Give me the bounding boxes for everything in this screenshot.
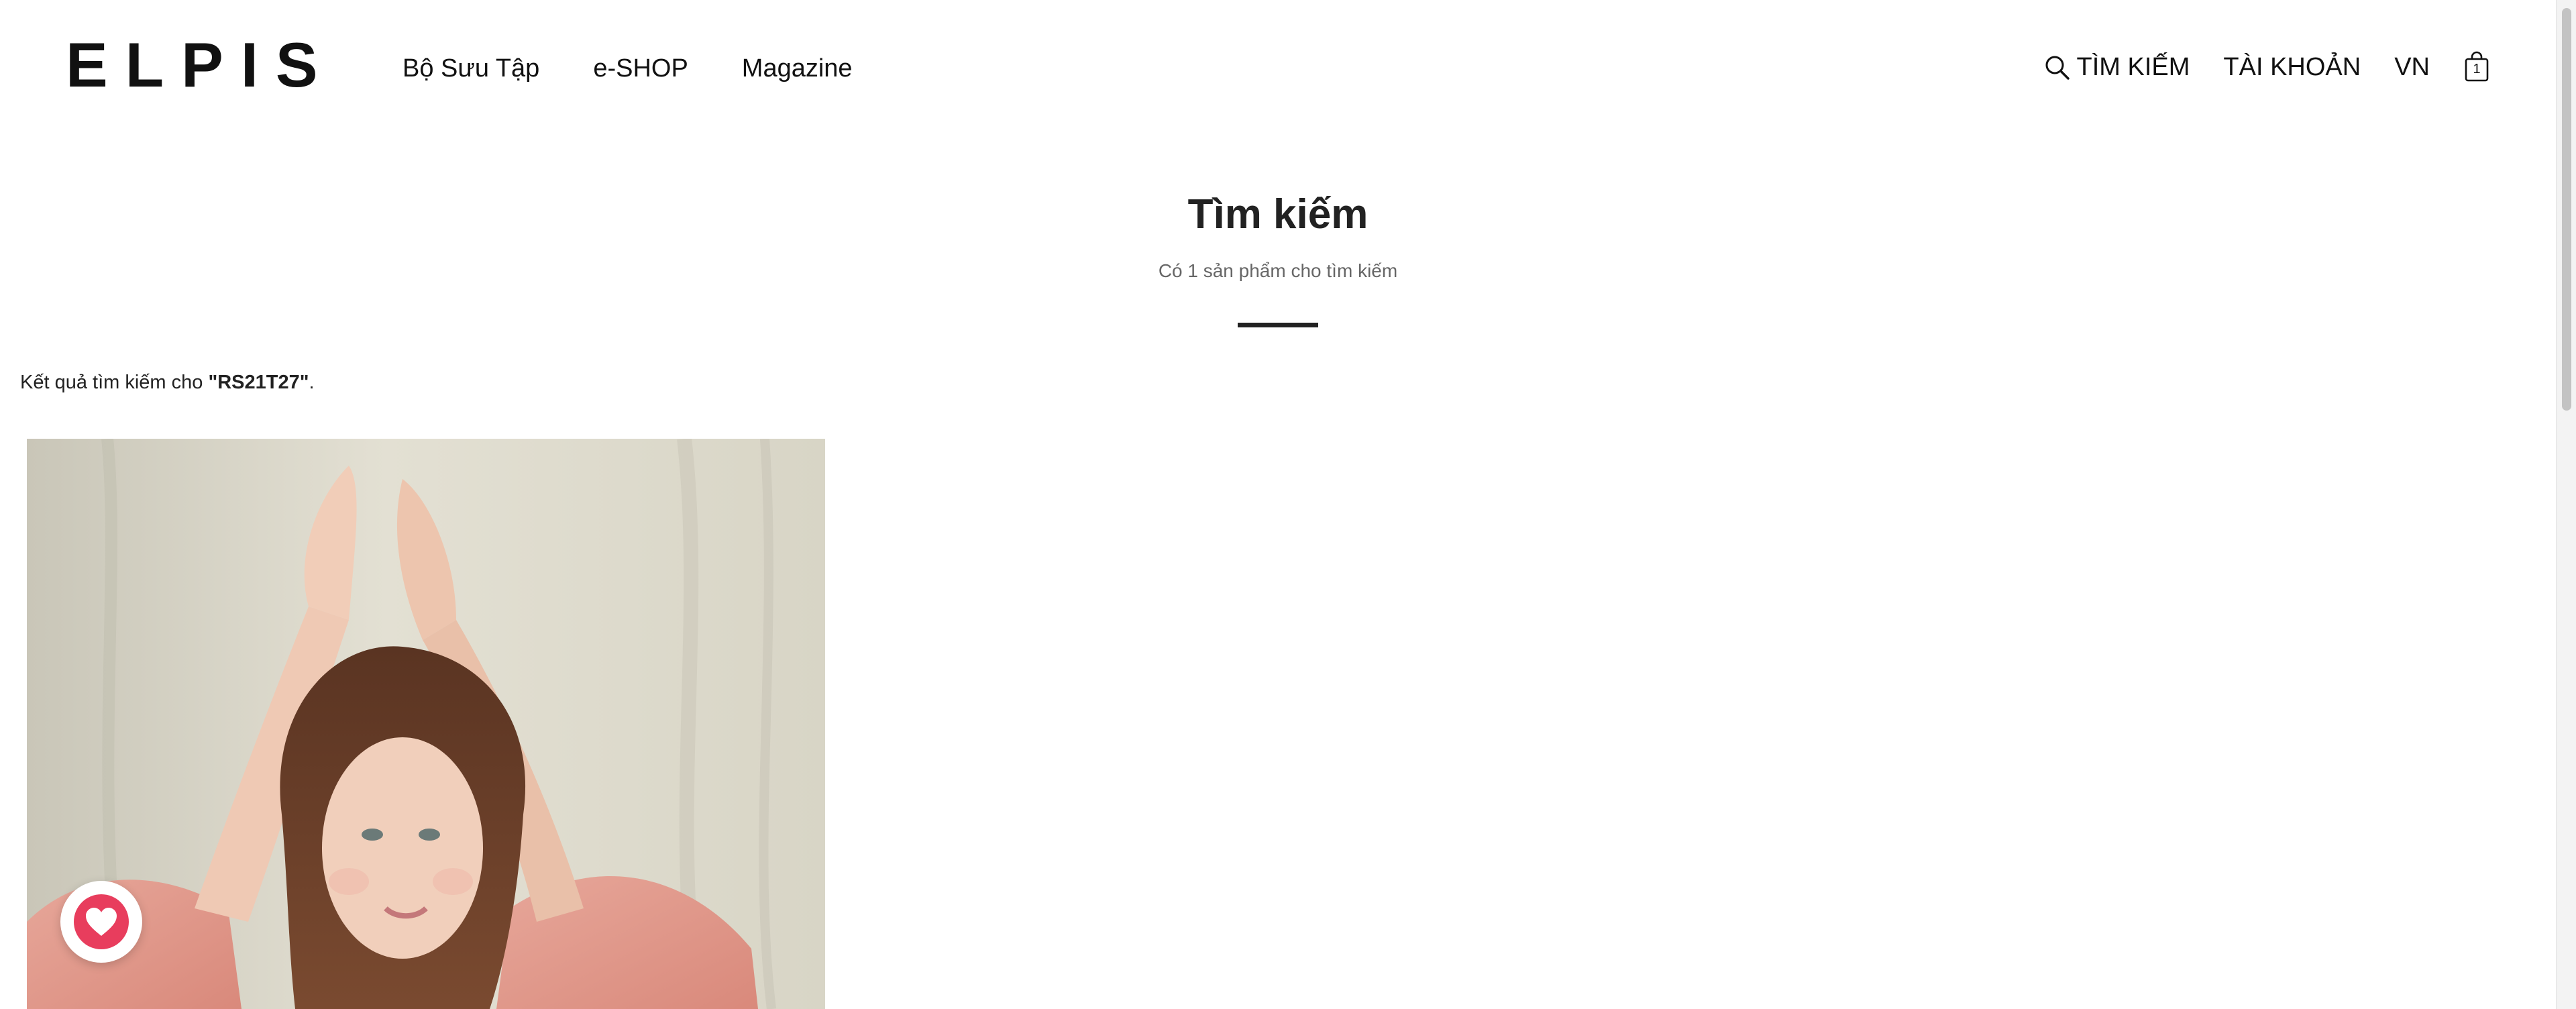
search-label: TÌM KIẾM <box>2076 53 2190 81</box>
title-divider <box>1238 323 1318 327</box>
scrollbar-thumb[interactable] <box>2562 8 2571 411</box>
results-summary: Kết quả tìm kiếm cho "RS21T27". <box>20 368 315 397</box>
search-heading: Tìm kiếm Có 1 sản phẩm cho tìm kiếm <box>0 188 2556 284</box>
shopping-bag-icon: 1 <box>2463 51 2490 83</box>
search-query: "RS21T27" <box>208 372 309 393</box>
search-icon <box>2043 54 2070 81</box>
logo[interactable]: ELPIS <box>66 34 335 97</box>
wishlist-badge <box>74 894 129 949</box>
heart-icon <box>86 908 117 936</box>
site-header: ELPIS Bộ Sưu Tập e-SHOP Magazine TÌM KIẾ… <box>0 0 2556 134</box>
account-link[interactable]: TÀI KHOẢN <box>2223 50 2361 85</box>
nav-item-collections[interactable]: Bộ Sưu Tập <box>402 52 539 85</box>
page: ELPIS Bộ Sưu Tập e-SHOP Magazine TÌM KIẾ… <box>0 0 2576 1009</box>
wishlist-button[interactable] <box>60 881 142 963</box>
language-switch[interactable]: VN <box>2394 50 2430 85</box>
results-prefix: Kết quả tìm kiếm cho <box>20 372 209 393</box>
nav-item-eshop[interactable]: e-SHOP <box>593 52 688 85</box>
search-button[interactable]: TÌM KIẾM <box>2043 50 2190 85</box>
vertical-scrollbar[interactable] <box>2556 0 2576 1009</box>
results-suffix: . <box>309 372 315 393</box>
cart-count: 1 <box>2473 62 2481 76</box>
product-card[interactable] <box>27 439 825 1009</box>
page-title: Tìm kiếm <box>1187 191 1368 237</box>
cart-button[interactable]: 1 <box>2463 51 2490 83</box>
nav-item-magazine[interactable]: Magazine <box>742 52 853 85</box>
utility-nav: TÌM KIẾM TÀI KHOẢN VN 1 <box>2043 50 2491 85</box>
main-nav: Bộ Sưu Tập e-SHOP Magazine <box>402 52 853 85</box>
product-image[interactable] <box>27 439 825 1009</box>
result-count-text: Có 1 sản phẩm cho tìm kiếm <box>1158 260 1398 281</box>
